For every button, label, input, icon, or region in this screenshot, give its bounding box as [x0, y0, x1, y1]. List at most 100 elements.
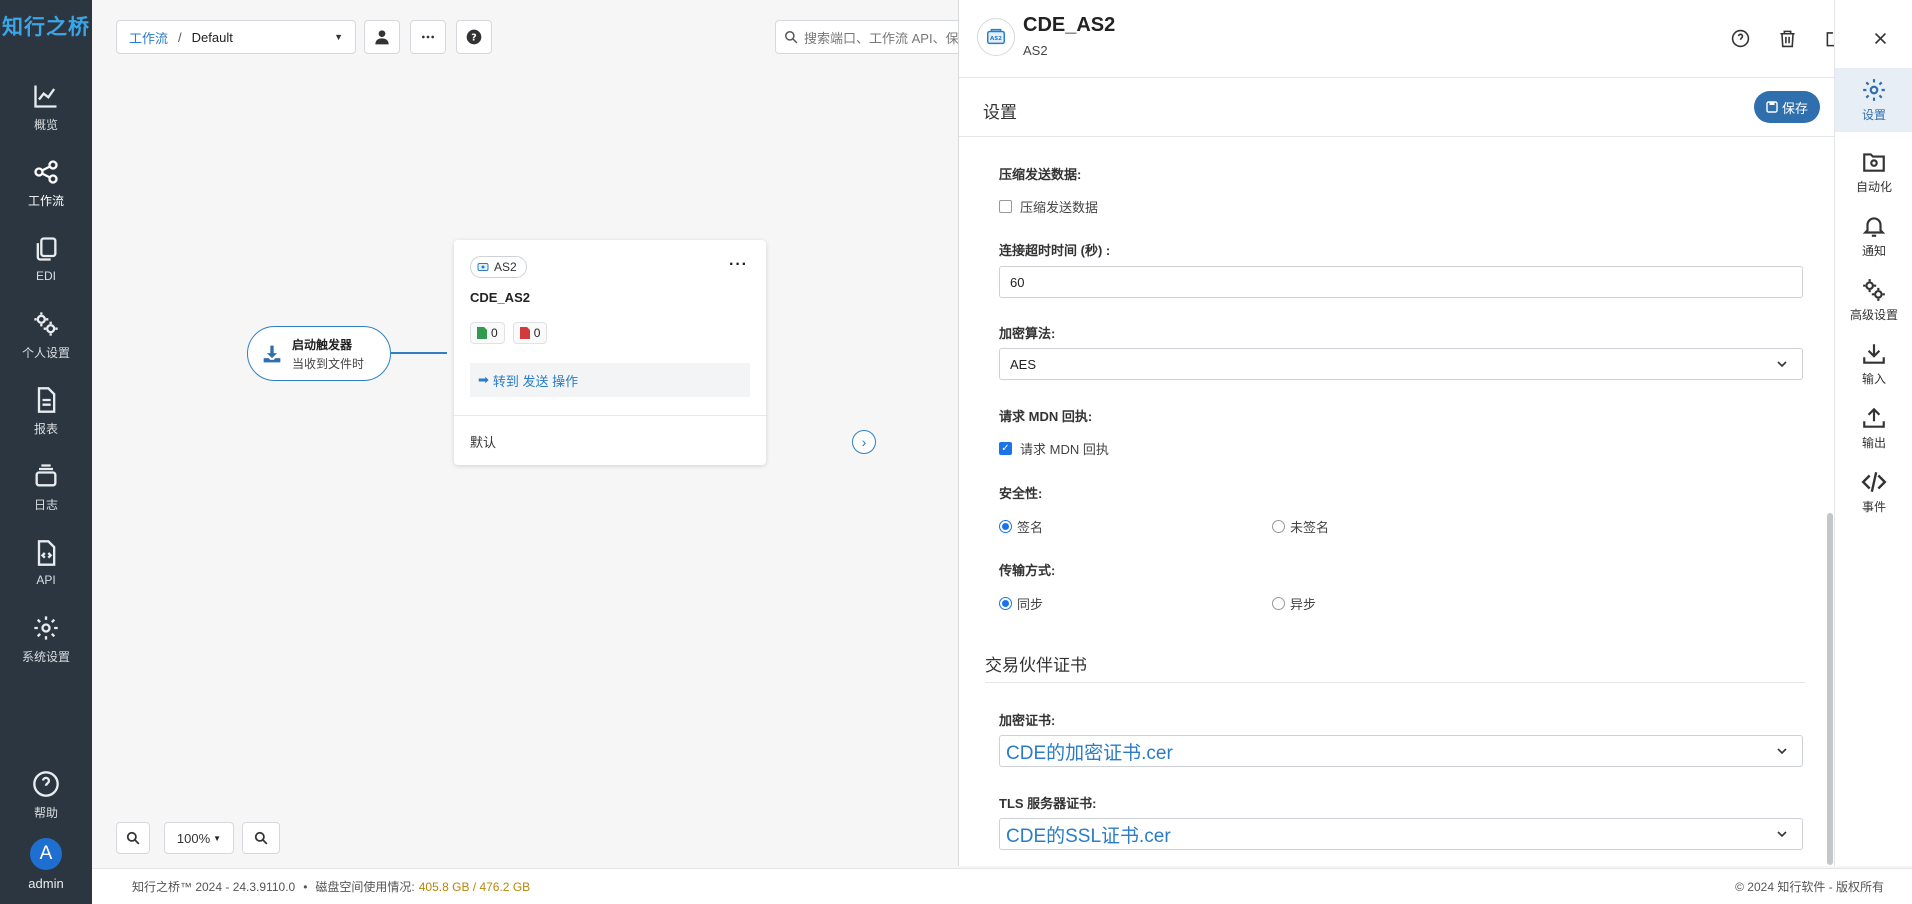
transfer-radio-async[interactable]: 异步: [1272, 594, 1316, 613]
timeout-input[interactable]: 60: [999, 266, 1803, 298]
zoom-in-icon: [126, 831, 140, 845]
radio-button[interactable]: [999, 597, 1012, 610]
upload-icon: [1863, 407, 1885, 428]
cert-section-title: 交易伙伴证书: [985, 656, 1087, 675]
zoom-out-icon: [254, 831, 268, 845]
more-button[interactable]: [410, 20, 446, 54]
nav-item-api[interactable]: API: [0, 528, 92, 598]
transfer-radio-sync[interactable]: 同步: [999, 594, 1043, 613]
panel-subtitle: AS2: [1023, 43, 1048, 58]
avatar[interactable]: A: [30, 838, 62, 870]
encryption-select[interactable]: AES: [999, 348, 1803, 380]
rail-item-events[interactable]: 事件: [1835, 460, 1912, 524]
error-count[interactable]: 0: [512, 322, 548, 344]
rail-item-output[interactable]: 输出: [1835, 396, 1912, 460]
copyright-text: © 2024 知行软件 - 版权所有: [1735, 880, 1884, 894]
tls-cert-select[interactable]: CDE的SSL证书.cer: [999, 818, 1803, 850]
nav-label: 系统设置: [21, 649, 70, 664]
workflow-canvas[interactable]: 工作流 / Default ▼ ? 搜索端口、工作流 API、保 启动触发器 当…: [92, 0, 965, 866]
checkbox-box[interactable]: [999, 200, 1012, 213]
help-button[interactable]: ?: [456, 20, 492, 54]
checkbox-box[interactable]: ✓: [999, 442, 1012, 455]
mdn-checkbox[interactable]: ✓ 请求 MDN 回执: [999, 439, 1109, 458]
radio-button[interactable]: [1272, 597, 1285, 610]
nav-label: 概览: [33, 117, 58, 132]
gear-icon: [34, 615, 58, 640]
nav-item-logs[interactable]: 日志: [0, 452, 92, 522]
rail-item-notifications[interactable]: 通知: [1835, 204, 1912, 268]
help-icon: [1731, 29, 1749, 47]
success-count[interactable]: 0: [470, 322, 505, 344]
gear-icon: [1863, 79, 1885, 101]
rail-item-automation[interactable]: 自动化: [1835, 140, 1912, 204]
nav-item-system-settings[interactable]: 系统设置: [0, 604, 92, 674]
card-more-button[interactable]: ···: [729, 256, 748, 274]
scrollbar[interactable]: [1827, 145, 1833, 865]
as2-icon: [477, 263, 489, 271]
chevron-right-icon[interactable]: ›: [852, 430, 876, 454]
nav-item-overview[interactable]: 概览: [0, 72, 92, 142]
nav-label: 工作流: [27, 193, 64, 208]
user-menu[interactable]: A admin: [0, 838, 92, 891]
scrollbar-thumb[interactable]: [1827, 513, 1833, 865]
breadcrumb[interactable]: 工作流 / Default ▼: [116, 20, 356, 54]
mdn-label: 请求 MDN 回执:: [999, 409, 1093, 424]
user-button[interactable]: [364, 20, 400, 54]
version-text: 知行之桥™ 2024 - 24.3.9110.0: [132, 880, 296, 894]
panel-title: CDE_AS2: [1023, 14, 1116, 36]
save-button[interactable]: 保存: [1754, 91, 1820, 123]
divider: [985, 682, 1805, 683]
breadcrumb-current: Default: [191, 29, 233, 45]
file-code-icon: [37, 540, 56, 566]
panel-header: AS2 CDE_AS2 AS2: [959, 0, 1842, 78]
enc-cert-select[interactable]: CDE的加密证书.cer: [999, 735, 1803, 767]
search-icon: [785, 31, 798, 44]
panel-help-button[interactable]: [1726, 24, 1754, 52]
search-placeholder: 搜索端口、工作流 API、保: [804, 30, 959, 46]
goto-send-action-link[interactable]: ➡ 转到 发送 操作: [470, 363, 750, 397]
transfer-label: 传输方式:: [999, 563, 1056, 578]
breadcrumb-workflow-link[interactable]: 工作流: [129, 28, 168, 47]
nav-label: 帮助: [33, 805, 58, 820]
gears-icon: [1863, 279, 1885, 301]
nav-item-help[interactable]: 帮助: [0, 760, 92, 830]
security-radio-signed[interactable]: 签名: [999, 517, 1043, 536]
delete-button[interactable]: [1773, 24, 1801, 52]
port-card[interactable]: AS2 ··· CDE_AS2 0 0 ➡ 转到 发送 操作 默认: [454, 240, 766, 465]
zoom-out-button[interactable]: [242, 822, 280, 854]
nav-item-edi[interactable]: EDI: [0, 224, 92, 294]
nav-item-personal-settings[interactable]: 个人设置: [0, 300, 92, 370]
compress-checkbox[interactable]: 压缩发送数据: [999, 197, 1098, 216]
rail-item-advanced[interactable]: 高级设置: [1835, 268, 1912, 332]
settings-bar: 设置 保存: [959, 79, 1835, 137]
disk-usage-value: 405.8 GB / 476.2 GB: [418, 879, 531, 894]
close-panel-button[interactable]: [1866, 24, 1894, 52]
nav-item-workflow[interactable]: 工作流: [0, 148, 92, 218]
file-success-icon: [477, 327, 487, 339]
card-counts: 0 0: [470, 322, 548, 344]
rail-item-input[interactable]: 输入: [1835, 332, 1912, 396]
trash-icon: [1779, 30, 1795, 47]
chevron-down-icon: [1777, 361, 1787, 368]
disk-usage-label: 磁盘空间使用情况:: [315, 880, 415, 894]
security-radio-unsigned[interactable]: 未签名: [1272, 517, 1329, 536]
rail-item-settings[interactable]: 设置: [1835, 68, 1912, 132]
left-navigation: 知行之桥 概览 工作流 EDI 个人设置 报表 日志 API 系统设置 帮助 A…: [0, 0, 92, 904]
zoom-level-select[interactable]: 100% ▼: [164, 822, 234, 854]
start-trigger-node[interactable]: 启动触发器 当收到文件时: [247, 326, 391, 381]
help-icon: [33, 770, 59, 797]
radio-button[interactable]: [1272, 520, 1285, 533]
zoom-in-button[interactable]: [116, 822, 150, 854]
file-lines-icon: [37, 386, 56, 413]
compress-label: 压缩发送数据:: [999, 167, 1082, 182]
settings-rail: 设置 自动化 通知 高级设置 输入 输出 事件: [1834, 0, 1912, 866]
layers-icon: [35, 463, 57, 486]
nav-item-reports[interactable]: 报表: [0, 376, 92, 446]
user-icon: [375, 30, 389, 45]
search-input[interactable]: 搜索端口、工作流 API、保: [775, 20, 965, 54]
footer: 知行之桥™ 2024 - 24.3.9110.0 • 磁盘空间使用情况: 405…: [92, 868, 1912, 904]
chevron-down-icon: ▼: [334, 32, 343, 42]
help-circle-icon: ?: [466, 29, 482, 45]
nav-label: EDI: [35, 269, 56, 283]
radio-button[interactable]: [999, 520, 1012, 533]
